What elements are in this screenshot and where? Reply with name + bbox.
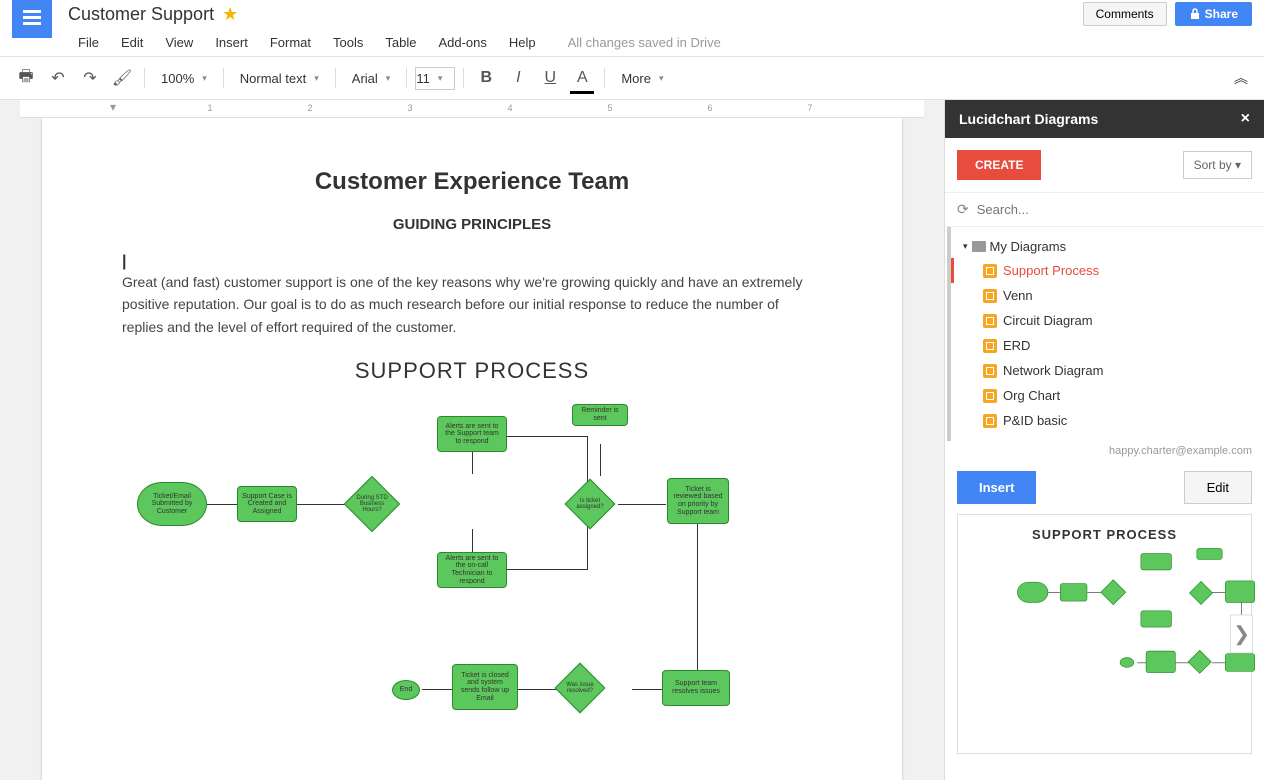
fc-reminder: Reminder is sent bbox=[572, 404, 628, 426]
document-title[interactable]: Customer Support bbox=[68, 4, 214, 25]
close-icon[interactable]: × bbox=[1241, 110, 1250, 128]
menu-addons[interactable]: Add-ons bbox=[428, 31, 496, 54]
fc-during-hours: During STD Business Hours? bbox=[344, 476, 401, 533]
preview-title: SUPPORT PROCESS bbox=[970, 527, 1239, 542]
redo-icon[interactable]: ↷ bbox=[76, 64, 104, 92]
fc-is-assigned: Is ticket assigned? bbox=[565, 479, 616, 530]
menu-tools[interactable]: Tools bbox=[323, 31, 373, 54]
fc-closed: Ticket is closed and system sends follow… bbox=[452, 664, 518, 710]
fc-alert-oncall: Alerts are sent to the on-call Technicia… bbox=[437, 552, 507, 588]
refresh-icon[interactable]: ⟳ bbox=[957, 201, 969, 218]
diagram-tree: ▾ My Diagrams Support Process Venn Circu… bbox=[947, 227, 1264, 441]
diagram-preview: SUPPORT PROCESS bbox=[957, 514, 1252, 754]
caret-down-icon: ▾ bbox=[963, 241, 968, 252]
more-dropdown[interactable]: More bbox=[613, 67, 671, 90]
page[interactable]: Customer Experience Team GUIDING PRINCIP… bbox=[42, 118, 902, 780]
tree-folder[interactable]: ▾ My Diagrams bbox=[955, 235, 1260, 258]
main-layout: ▾ 1 2 3 4 5 6 7 Customer Experience Team… bbox=[0, 100, 1264, 780]
fc-was-resolved: Was issue resolved? bbox=[555, 663, 606, 714]
next-preview-icon[interactable]: ❯ bbox=[1230, 615, 1253, 654]
font-dropdown[interactable]: Arial bbox=[344, 67, 399, 90]
font-size-input[interactable]: 11 bbox=[415, 67, 455, 90]
diagram-icon bbox=[983, 364, 997, 378]
underline-icon[interactable]: U bbox=[536, 64, 564, 92]
separator bbox=[463, 68, 464, 88]
flowchart-diagram: Ticket/Email Submitted by Customer Suppo… bbox=[122, 404, 822, 764]
diagram-item-circuit[interactable]: Circuit Diagram bbox=[955, 308, 1260, 333]
diagram-item-network[interactable]: Network Diagram bbox=[955, 358, 1260, 383]
menu-edit[interactable]: Edit bbox=[111, 31, 153, 54]
diagram-icon bbox=[983, 289, 997, 303]
diagram-icon bbox=[983, 314, 997, 328]
sort-by-dropdown[interactable]: Sort by ▾ bbox=[1183, 151, 1252, 179]
menu-bar: File Edit View Insert Format Tools Table… bbox=[0, 28, 1264, 56]
document-area[interactable]: ▾ 1 2 3 4 5 6 7 Customer Experience Team… bbox=[0, 100, 944, 780]
diagram-item-erd[interactable]: ERD bbox=[955, 333, 1260, 358]
doc-paragraph: Great (and fast) customer support is one… bbox=[122, 271, 822, 338]
sidebar-title: Lucidchart Diagrams bbox=[959, 111, 1098, 127]
sidebar-search: ⟳ bbox=[945, 193, 1264, 227]
diagram-item-org-chart[interactable]: Org Chart bbox=[955, 383, 1260, 408]
menu-format[interactable]: Format bbox=[260, 31, 321, 54]
text-cursor: | bbox=[122, 253, 822, 271]
separator bbox=[144, 68, 145, 88]
menu-file[interactable]: File bbox=[68, 31, 109, 54]
sidebar-top-actions: CREATE Sort by ▾ bbox=[945, 138, 1264, 193]
docs-logo-icon[interactable] bbox=[12, 0, 52, 38]
diagram-item-support-process[interactable]: Support Process bbox=[951, 258, 1260, 283]
style-dropdown[interactable]: Normal text bbox=[232, 67, 327, 90]
insert-button[interactable]: Insert bbox=[957, 471, 1036, 504]
title-bar: Customer Support ★ Comments Share bbox=[0, 0, 1264, 28]
comments-button[interactable]: Comments bbox=[1083, 2, 1167, 26]
diagram-icon bbox=[983, 339, 997, 353]
diagram-icon bbox=[983, 414, 997, 428]
folder-icon bbox=[972, 241, 986, 252]
user-email: happy.charter@example.com bbox=[945, 441, 1264, 461]
sidebar-action-buttons: Insert Edit bbox=[945, 461, 1264, 514]
paint-format-icon[interactable]: 🖌 bbox=[108, 64, 136, 92]
collapse-toolbar-icon[interactable]: ︽ bbox=[1230, 64, 1252, 92]
italic-icon[interactable]: I bbox=[504, 64, 532, 92]
fc-case-created: Support Case is Created and Assigned bbox=[237, 486, 297, 522]
lucidchart-sidebar: Lucidchart Diagrams × CREATE Sort by ▾ ⟳… bbox=[944, 100, 1264, 780]
menu-insert[interactable]: Insert bbox=[205, 31, 258, 54]
separator bbox=[604, 68, 605, 88]
fc-reviewed: Ticket is reviewed based on priority by … bbox=[667, 478, 729, 524]
margin-marker-left-icon[interactable]: ▾ bbox=[110, 100, 116, 114]
diagram-icon bbox=[983, 264, 997, 278]
star-icon[interactable]: ★ bbox=[222, 4, 238, 25]
diagram-item-venn[interactable]: Venn bbox=[955, 283, 1260, 308]
doc-heading-1: Customer Experience Team bbox=[122, 168, 822, 196]
text-color-icon[interactable]: A bbox=[568, 64, 596, 92]
ruler[interactable]: ▾ 1 2 3 4 5 6 7 bbox=[20, 100, 924, 118]
save-status: All changes saved in Drive bbox=[568, 35, 721, 50]
undo-icon[interactable]: ↶ bbox=[44, 64, 72, 92]
doc-heading-process: SUPPORT PROCESS bbox=[122, 358, 822, 384]
diagram-icon bbox=[983, 389, 997, 403]
create-button[interactable]: CREATE bbox=[957, 150, 1041, 180]
zoom-dropdown[interactable]: 100% bbox=[153, 67, 215, 90]
fc-end: End bbox=[392, 680, 420, 700]
separator bbox=[406, 68, 407, 88]
fc-resolves: Support team resolves issues bbox=[662, 670, 730, 706]
preview-flowchart bbox=[1017, 552, 1192, 669]
separator bbox=[335, 68, 336, 88]
folder-label: My Diagrams bbox=[990, 239, 1067, 254]
print-icon[interactable]: 🖶 bbox=[12, 64, 40, 92]
fc-start: Ticket/Email Submitted by Customer bbox=[137, 482, 207, 526]
doc-heading-2: GUIDING PRINCIPLES bbox=[122, 216, 822, 233]
separator bbox=[223, 68, 224, 88]
lock-icon bbox=[1189, 8, 1201, 20]
sidebar-header: Lucidchart Diagrams × bbox=[945, 100, 1264, 138]
toolbar: 🖶 ↶ ↷ 🖌 100% Normal text Arial 11 B I U … bbox=[0, 56, 1264, 100]
menu-table[interactable]: Table bbox=[375, 31, 426, 54]
bold-icon[interactable]: B bbox=[472, 64, 500, 92]
share-button[interactable]: Share bbox=[1175, 2, 1252, 26]
search-input[interactable] bbox=[977, 202, 1252, 217]
menu-view[interactable]: View bbox=[155, 31, 203, 54]
edit-button[interactable]: Edit bbox=[1184, 471, 1252, 504]
diagram-item-pid[interactable]: P&ID basic bbox=[955, 408, 1260, 433]
menu-help[interactable]: Help bbox=[499, 31, 546, 54]
fc-alert-support: Alerts are sent to the Support team to r… bbox=[437, 416, 507, 452]
